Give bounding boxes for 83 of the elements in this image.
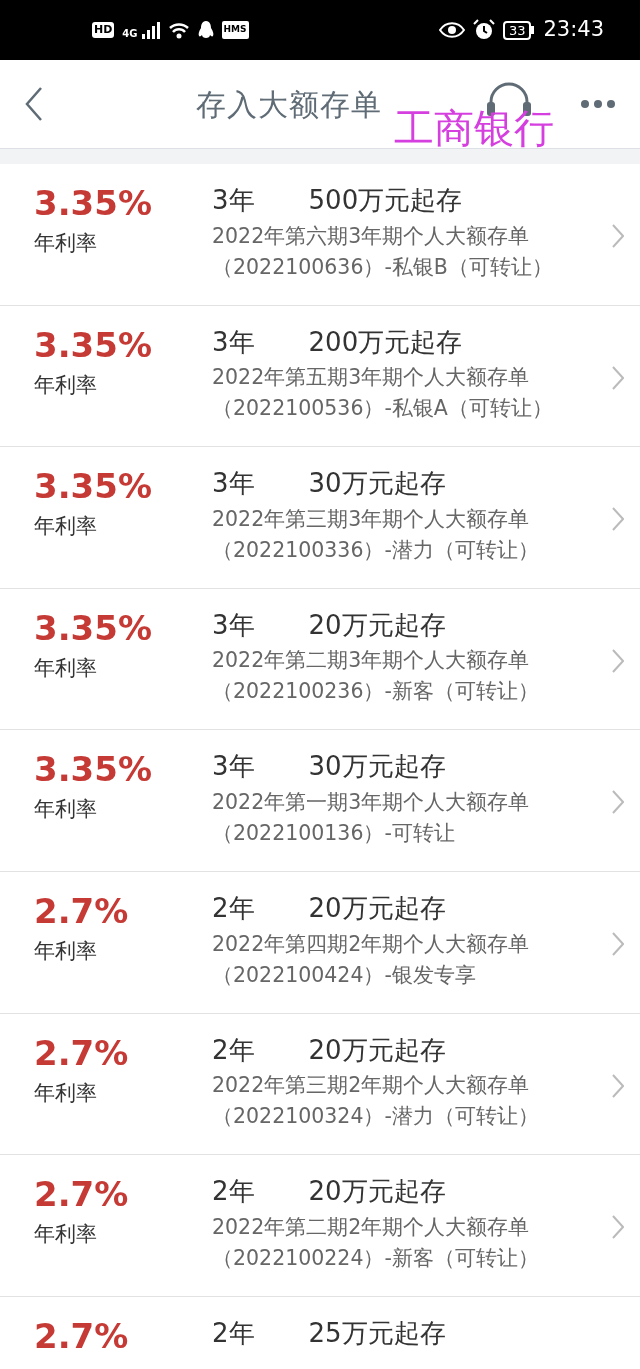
- product-name: 2022年第一期3年期个人大额存单: [212, 788, 530, 816]
- annotation-text: 工商银行: [394, 108, 554, 148]
- product-row[interactable]: 2.7% 2年 25万元起存: [0, 1296, 640, 1369]
- interest-rate: 2.7%: [34, 893, 130, 928]
- minimum-deposit: 30万元起存: [308, 752, 446, 781]
- page-title: 存入大额存单: [196, 85, 382, 124]
- term-text: 2年: [212, 893, 255, 923]
- network-type-label: 4G: [122, 29, 138, 39]
- product-code: （2022100424）-银发专享: [212, 961, 477, 989]
- product-code: （2022100324）-潜力（可转让）: [212, 1103, 539, 1131]
- product-name: 2022年第三期2年期个人大额存单: [212, 1072, 531, 1100]
- rate-label: 年利率: [34, 1079, 98, 1107]
- chevron-right-icon: [612, 931, 624, 956]
- clock-time: 23:43: [543, 16, 604, 44]
- product-name: 2022年第五期3年期个人大额存单: [212, 364, 531, 392]
- interest-rate: 2.7%: [34, 1035, 130, 1070]
- product-row[interactable]: 3.35% 年利率 3年 30万元起存 2022年第一期3年期个人大额存单 （2022100136）-可转让: [0, 730, 640, 872]
- back-icon[interactable]: [24, 86, 44, 122]
- interest-rate: 3.35%: [34, 752, 153, 787]
- minimum-deposit: 20万元起存: [308, 1177, 446, 1206]
- signal-icon: [141, 21, 160, 39]
- product-code: （2022100536）-私银A（可转让）: [212, 395, 553, 423]
- interest-rate: 3.35%: [34, 610, 153, 645]
- term-text: 3年: [212, 327, 255, 357]
- rate-label: 年利率: [34, 654, 98, 682]
- more-icon[interactable]: [580, 99, 616, 109]
- rate-label: 年利率: [34, 230, 98, 257]
- alarm-clock-icon: [472, 19, 495, 41]
- battery-level: 33: [502, 20, 532, 40]
- chevron-right-icon: [612, 507, 624, 532]
- term-text: 3年: [212, 610, 255, 640]
- chevron-right-icon: [612, 1215, 624, 1240]
- interest-rate: 2.7%: [34, 1177, 130, 1212]
- term-text: 3年: [212, 469, 255, 498]
- minimum-deposit: 20万元起存: [308, 1035, 446, 1065]
- product-name: 2022年第四期2年期个人大额存单: [212, 930, 530, 958]
- rate-label: 年利率: [34, 796, 98, 824]
- minimum-deposit: 20万元起存: [308, 893, 446, 923]
- product-row[interactable]: 2.7% 年利率 2年 20万元起存 2022年第四期2年期个人大额存单 （2022100424）-银发专享: [0, 871, 640, 1014]
- chevron-right-icon: [612, 365, 624, 390]
- rate-label: 年利率: [34, 937, 98, 965]
- minimum-deposit: 20万元起存: [308, 610, 446, 640]
- eye-icon: [438, 22, 465, 38]
- term-text: 2年: [212, 1318, 255, 1348]
- penguin-icon: [197, 20, 214, 40]
- product-row[interactable]: 2.7% 年利率 2年 20万元起存 2022年第三期2年期个人大额存单 （2022100324）-潜力（可转让）: [0, 1013, 640, 1156]
- minimum-deposit: 200万元起存: [308, 327, 463, 357]
- product-name: 2022年第六期3年期个人大额存单: [212, 222, 531, 250]
- interest-rate: 3.35%: [34, 327, 153, 362]
- wifi-icon: [167, 21, 190, 39]
- battery-tip-icon: [531, 26, 536, 34]
- product-code: （2022100336）-潜力（可转让）: [212, 536, 539, 564]
- rate-label: 年利率: [34, 371, 98, 399]
- term-text: 3年: [212, 186, 255, 215]
- term-text: 3年: [212, 752, 255, 781]
- chevron-right-icon: [612, 648, 624, 673]
- interest-rate: 3.35%: [34, 469, 153, 504]
- product-row[interactable]: 3.35% 年利率 3年 500万元起存 2022年第六期3年期个人大额存单 （2022100636）-私银B（可转让）: [0, 164, 640, 306]
- product-row[interactable]: 2.7% 年利率 2年 20万元起存 2022年第二期2年期个人大额存单 （2022100224）-新客（可转让）: [0, 1155, 640, 1297]
- chevron-right-icon: [612, 790, 624, 815]
- product-code: （2022100224）-新客（可转让）: [212, 1244, 539, 1272]
- product-name: 2022年第三期3年期个人大额存单: [212, 505, 531, 533]
- product-row[interactable]: 3.35% 年利率 3年 30万元起存 2022年第三期3年期个人大额存单 （2022100336）-潜力（可转让）: [0, 447, 640, 589]
- rate-label: 年利率: [34, 513, 98, 541]
- interest-rate: 2.7%: [34, 1318, 130, 1353]
- product-code: （2022100236）-新客（可转让）: [212, 678, 539, 706]
- product-code: （2022100636）-私银B（可转让）: [212, 253, 553, 281]
- hd-indicator: HD: [92, 22, 115, 38]
- hms-badge: HMS: [221, 21, 249, 39]
- product-name: 2022年第二期3年期个人大额存单: [212, 647, 531, 675]
- chevron-right-icon: [612, 224, 624, 248]
- chevron-right-icon: [612, 1073, 624, 1098]
- minimum-deposit: 500万元起存: [308, 186, 463, 215]
- term-text: 2年: [212, 1035, 255, 1065]
- product-row[interactable]: 3.35% 年利率 3年 20万元起存 2022年第二期3年期个人大额存单 （2022100236）-新客（可转让）: [0, 588, 640, 731]
- product-code: （2022100136）-可转让: [212, 819, 456, 847]
- minimum-deposit: 25万元起存: [308, 1318, 446, 1348]
- product-row[interactable]: 3.35% 年利率 3年 200万元起存 2022年第五期3年期个人大额存单 （2022100536）-私银A（可转让）: [0, 305, 640, 448]
- minimum-deposit: 30万元起存: [308, 469, 446, 498]
- term-text: 2年: [212, 1177, 255, 1206]
- rate-label: 年利率: [34, 1221, 98, 1249]
- interest-rate: 3.35%: [34, 186, 153, 220]
- product-name: 2022年第二期2年期个人大额存单: [212, 1213, 531, 1241]
